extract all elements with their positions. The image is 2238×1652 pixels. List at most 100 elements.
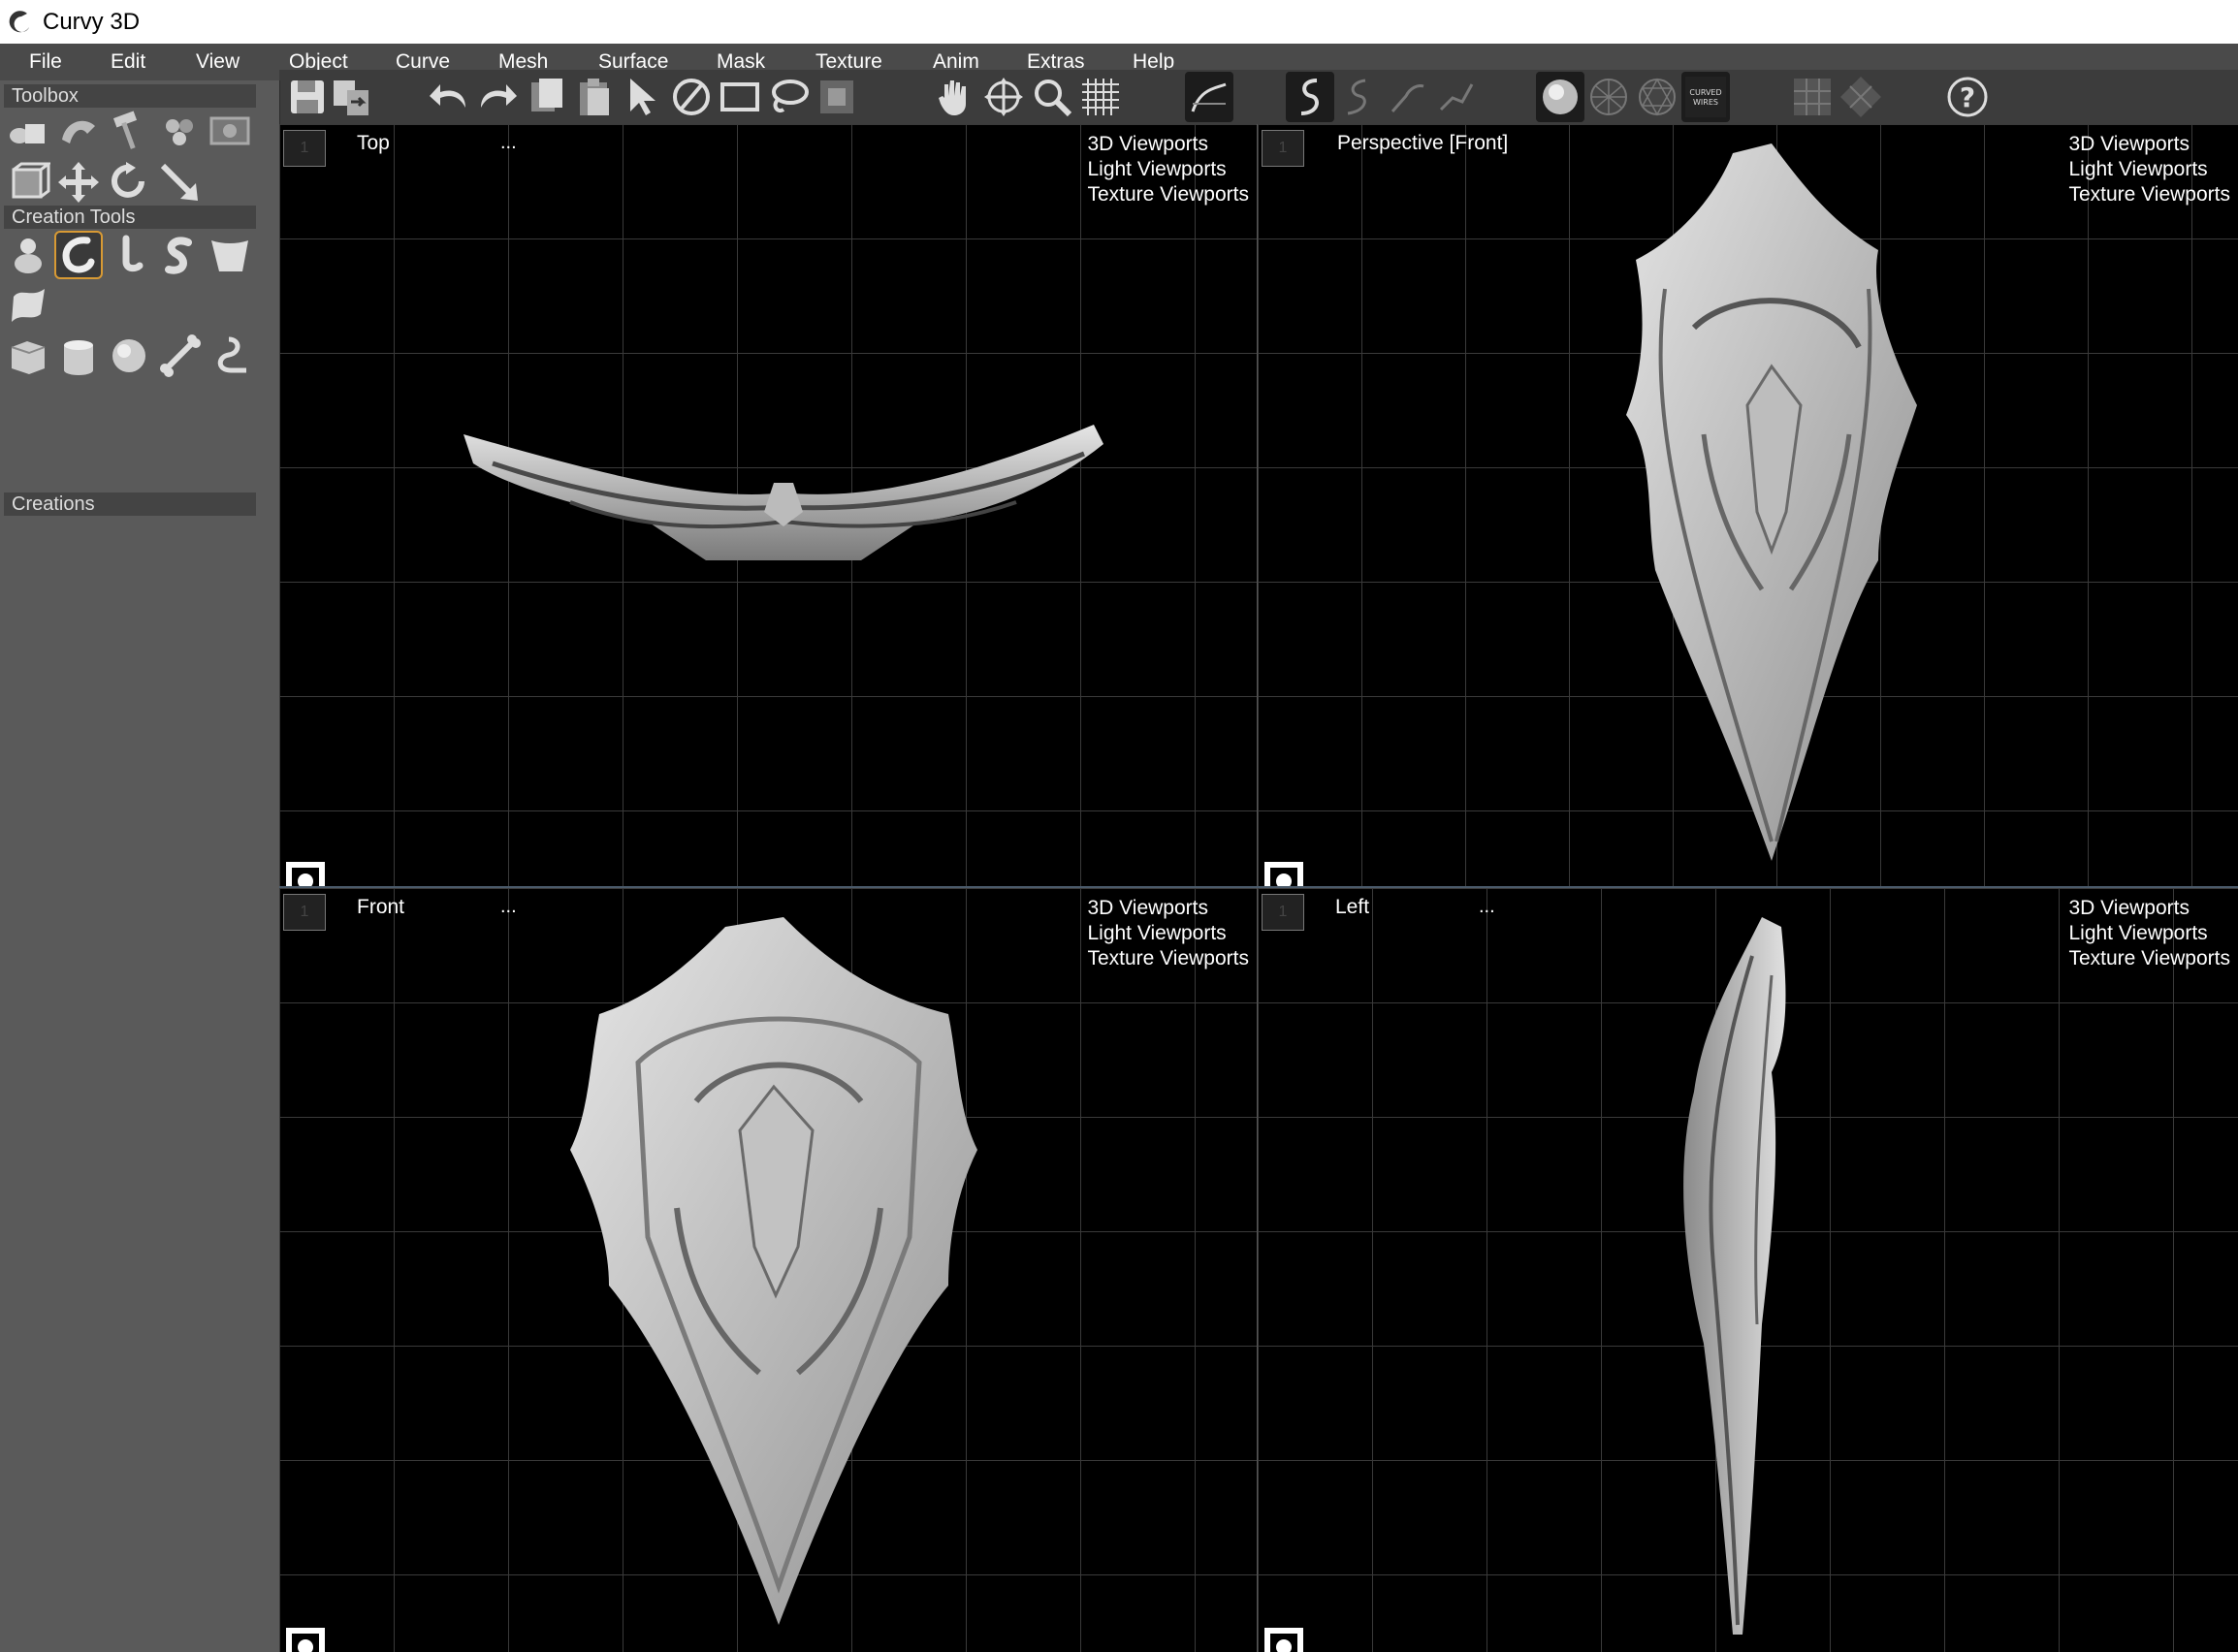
svg-text:CURVED: CURVED	[1689, 88, 1721, 97]
viewport-reset-icon[interactable]	[1262, 1625, 1306, 1652]
curved-wires-icon[interactable]: CURVED WIRES	[1681, 72, 1730, 122]
link-3d-viewports[interactable]: 3D Viewports	[2068, 132, 2230, 157]
viewport-reset-icon[interactable]	[283, 859, 328, 886]
flat-grid-icon[interactable]	[1788, 72, 1837, 122]
creation-tools-header[interactable]: Creation Tools	[4, 206, 256, 229]
link-light-viewports[interactable]: Light Viewports	[2068, 921, 2230, 946]
export-icon[interactable]	[328, 72, 376, 122]
viewport-left[interactable]: 1 Left ... 3D Viewports Light Viewports …	[1258, 888, 2238, 1652]
curve-tool-3-icon[interactable]	[1383, 72, 1431, 122]
viewport-options[interactable]: ...	[500, 896, 517, 918]
select-arrow-icon[interactable]	[619, 72, 667, 122]
viewport-divider-horizontal[interactable]	[279, 886, 2238, 888]
link-3d-viewports[interactable]: 3D Viewports	[1087, 132, 1249, 157]
curve-tool-4-icon[interactable]	[1431, 72, 1480, 122]
diamond-grid-icon[interactable]	[1837, 72, 1885, 122]
copy-icon[interactable]	[522, 72, 570, 122]
undo-icon[interactable]	[425, 72, 473, 122]
link-3d-viewports[interactable]: 3D Viewports	[2068, 896, 2230, 921]
shield-model-top-view[interactable]	[454, 405, 1113, 589]
viewport-reset-icon[interactable]	[283, 1625, 328, 1652]
viewport-number[interactable]: 1	[283, 894, 326, 931]
zoom-icon[interactable]	[1028, 72, 1076, 122]
mesh-objects-icon[interactable]	[4, 107, 52, 155]
bone-primitive-icon[interactable]	[155, 332, 204, 380]
blob-create-icon[interactable]	[4, 231, 52, 279]
lasso-select-icon[interactable]	[764, 72, 813, 122]
paint-blobs-icon[interactable]	[155, 107, 204, 155]
scale-icon[interactable]	[155, 158, 204, 206]
paste-icon[interactable]	[570, 72, 619, 122]
box-transform-icon[interactable]	[4, 158, 52, 206]
link-light-viewports[interactable]: Light Viewports	[1087, 921, 1249, 946]
link-3d-viewports[interactable]: 3D Viewports	[1087, 896, 1249, 921]
curve-create-icon[interactable]	[54, 231, 103, 279]
viewport-links: 3D Viewports Light Viewports Texture Vie…	[1087, 896, 1249, 971]
save-icon[interactable]	[283, 72, 332, 122]
sculpt-brush-icon[interactable]	[54, 107, 103, 155]
deselect-icon[interactable]	[667, 72, 716, 122]
surface-create-icon[interactable]	[206, 231, 254, 279]
shield-model-front-view[interactable]	[551, 917, 997, 1644]
viewport-links: 3D Viewports Light Viewports Texture Vie…	[2068, 896, 2230, 971]
wireframe-sphere-icon[interactable]	[1584, 72, 1633, 122]
rect-select-icon[interactable]	[716, 72, 764, 122]
menu-edit[interactable]: Edit	[111, 44, 145, 80]
shield-model-perspective-view[interactable]	[1587, 143, 1956, 880]
sheet-create-icon[interactable]	[4, 281, 52, 330]
viewport-title[interactable]: Top	[357, 132, 390, 155]
main-toolbar: CURVED WIRES ?	[279, 70, 2238, 124]
link-light-viewports[interactable]: Light Viewports	[1087, 157, 1249, 182]
toolbox-header[interactable]: Toolbox	[4, 84, 256, 108]
pipe-create-icon[interactable]	[105, 231, 153, 279]
link-texture-viewports[interactable]: Texture Viewports	[2068, 182, 2230, 207]
hammer-icon[interactable]	[105, 107, 153, 155]
svg-text:WIRES: WIRES	[1693, 98, 1718, 107]
tube-primitive-icon[interactable]	[206, 332, 254, 380]
menu-view[interactable]: View	[196, 44, 240, 80]
viewport-number[interactable]: 1	[283, 130, 326, 167]
viewport-links: 3D Viewports Light Viewports Texture Vie…	[2068, 132, 2230, 207]
creations-header[interactable]: Creations	[4, 492, 256, 516]
viewport-options[interactable]: ...	[500, 132, 517, 154]
viewport-number[interactable]: 1	[1262, 130, 1304, 167]
viewport-reset-icon[interactable]	[1262, 859, 1306, 886]
link-texture-viewports[interactable]: Texture Viewports	[1087, 182, 1249, 207]
shield-model-left-view[interactable]	[1665, 917, 1820, 1644]
sphere-primitive-icon[interactable]	[105, 332, 153, 380]
wire-sphere-2-icon[interactable]	[1633, 72, 1681, 122]
edit-curve-icon[interactable]	[1185, 72, 1233, 122]
help-icon[interactable]: ?	[1943, 72, 1992, 122]
cube-primitive-icon[interactable]	[4, 332, 52, 380]
left-panel: Toolbox Creation Tools Creations	[0, 80, 280, 1652]
viewport-options[interactable]: ...	[1479, 896, 1495, 918]
svg-text:?: ?	[1960, 81, 1975, 113]
curve-tool-2-icon[interactable]	[1334, 72, 1383, 122]
viewport-divider-vertical[interactable]	[1257, 124, 1258, 1652]
shaded-sphere-icon[interactable]	[1536, 72, 1584, 122]
curve-tool-1-icon[interactable]	[1286, 72, 1334, 122]
link-light-viewports[interactable]: Light Viewports	[2068, 157, 2230, 182]
menu-file[interactable]: File	[29, 44, 62, 80]
spiral-create-icon[interactable]	[155, 231, 204, 279]
viewport-top[interactable]: 1 Top ... 3D Viewports Light Viewports T…	[279, 124, 1257, 886]
mask-select-icon[interactable]	[813, 72, 861, 122]
cylinder-primitive-icon[interactable]	[54, 332, 103, 380]
viewport-title[interactable]: Front	[357, 896, 404, 919]
viewport-front[interactable]: 1 Front ... 3D Viewports Light Viewports…	[279, 888, 1257, 1652]
viewport-title[interactable]: Perspective [Front]	[1337, 132, 1508, 155]
viewport-title[interactable]: Left	[1335, 896, 1369, 919]
rotate-icon[interactable]	[105, 158, 153, 206]
redo-icon[interactable]	[473, 72, 522, 122]
grid-icon[interactable]	[1076, 72, 1125, 122]
pan-hand-icon[interactable]	[931, 72, 979, 122]
curvy-logo-icon	[9, 10, 30, 32]
viewport-number[interactable]: 1	[1262, 894, 1304, 931]
link-texture-viewports[interactable]: Texture Viewports	[1087, 946, 1249, 971]
move-icon[interactable]	[54, 158, 103, 206]
texture-image-icon[interactable]	[206, 107, 254, 155]
viewport-links: 3D Viewports Light Viewports Texture Vie…	[1087, 132, 1249, 207]
viewport-perspective[interactable]: 1 Perspective [Front] 3D Viewports Light…	[1258, 124, 2238, 886]
move-view-icon[interactable]	[979, 72, 1028, 122]
link-texture-viewports[interactable]: Texture Viewports	[2068, 946, 2230, 971]
